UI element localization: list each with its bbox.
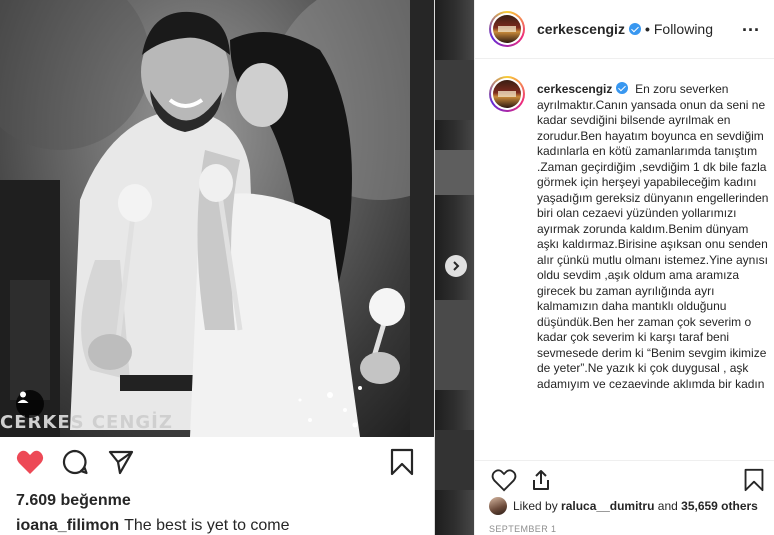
comment-icon[interactable] [58, 445, 92, 479]
left-post: CERKES CENGİZ 7.609 beğenme ioana_filimo… [0, 0, 434, 535]
following-button[interactable]: Following [654, 21, 713, 37]
heart-filled-icon[interactable] [13, 445, 47, 479]
avatar[interactable] [489, 11, 525, 47]
verified-badge-icon [616, 82, 629, 94]
comment-body: En zoru severken ayrılmaktır.Canın yansa… [537, 82, 769, 391]
liked-by-others[interactable]: 35,659 others [681, 499, 758, 513]
more-options-icon[interactable]: ... [739, 16, 763, 40]
bookmark-icon[interactable] [737, 463, 771, 497]
post-photo[interactable]: CERKES CENGİZ [0, 0, 434, 437]
right-action-bar [475, 460, 774, 496]
post-header: cerkescengiz • Following ... [475, 0, 774, 59]
caption-text: The best is yet to come [124, 517, 290, 534]
likes-count[interactable]: 7.609 beğenme [16, 492, 131, 510]
left-action-bar [0, 445, 434, 485]
liked-by-and: and [657, 499, 678, 513]
liked-by-line: Liked by raluca__dumitru and 35,659 othe… [489, 497, 773, 515]
strip-block [435, 150, 474, 195]
post-detail-panel: cerkescengiz • Following ... cerkescengiz … [474, 0, 774, 535]
avatar-image [493, 15, 521, 43]
share-icon[interactable] [104, 445, 138, 479]
avatar-image [493, 80, 521, 108]
post-caption: ioana_filimon The best is yet to come [16, 517, 290, 535]
strip-block [435, 60, 474, 120]
user-tag-icon[interactable] [16, 390, 44, 418]
liker-avatar[interactable] [489, 497, 507, 515]
photo-illustration [0, 0, 434, 437]
person-icon [17, 391, 29, 403]
comment-username[interactable]: cerkescengiz [537, 82, 612, 96]
post-date[interactable]: SEPTEMBER 1 [489, 524, 556, 534]
caption-username[interactable]: ioana_filimon [16, 517, 119, 534]
heart-outline-icon[interactable] [487, 463, 521, 497]
header-user-line: cerkescengiz • Following [537, 21, 713, 37]
verified-badge-icon [628, 23, 641, 35]
comment-avatar[interactable] [489, 76, 525, 112]
caption-comment: cerkescengiz En zoru severken ayrılmaktı… [537, 82, 769, 392]
separator-dot: • [644, 21, 650, 37]
upload-icon[interactable] [524, 463, 558, 497]
comments-section: cerkescengiz En zoru severken ayrılmaktı… [475, 60, 774, 460]
chevron-right-icon[interactable] [445, 255, 467, 277]
header-username[interactable]: cerkescengiz [537, 21, 625, 37]
bookmark-icon[interactable] [385, 445, 419, 479]
liked-by-user[interactable]: raluca__dumitru [561, 499, 654, 513]
strip-block [435, 430, 474, 490]
liked-by-prefix: Liked by [513, 499, 558, 513]
strip-block [435, 300, 474, 390]
